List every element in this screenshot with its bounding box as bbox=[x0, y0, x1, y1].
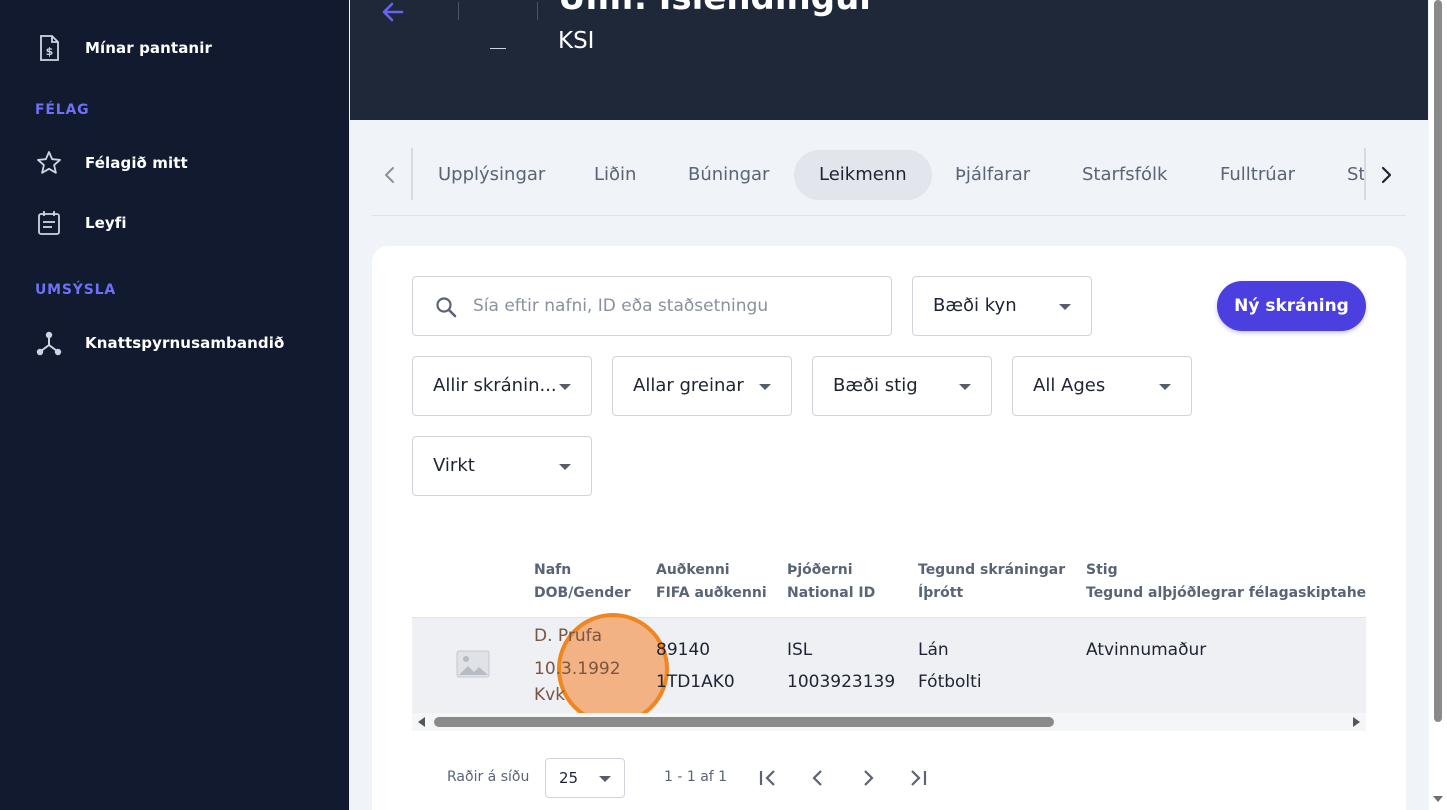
page-title: Umf. Íslendingur bbox=[558, 0, 876, 18]
tab-info[interactable]: Upplýsingar bbox=[413, 150, 570, 200]
tab-bar: Upplýsingar Liðin Búningar Leikmenn Þjál… bbox=[372, 130, 1406, 216]
player-level: Atvinnumaður bbox=[1086, 640, 1207, 660]
level-select[interactable]: Bæði stig bbox=[812, 356, 992, 416]
tab-players[interactable]: Leikmenn bbox=[794, 150, 932, 200]
caret-down-icon bbox=[559, 384, 571, 390]
sidebar-item-licenses[interactable]: Leyfi bbox=[35, 209, 127, 237]
caret-down-icon bbox=[559, 464, 571, 470]
rows-per-page-select[interactable]: 25 bbox=[545, 758, 625, 798]
image-placeholder-icon bbox=[456, 650, 490, 682]
player-gender: Kvk bbox=[534, 685, 566, 705]
sidebar-item-label: Knattspyrnusambandið bbox=[85, 334, 285, 352]
status-select[interactable]: Virkt bbox=[412, 436, 592, 496]
ages-select[interactable]: All Ages bbox=[1012, 356, 1192, 416]
player-nationality: ISL bbox=[787, 640, 813, 660]
search-icon bbox=[435, 296, 457, 322]
player-sport: Fótbolti bbox=[918, 672, 982, 692]
caret-down-icon bbox=[959, 384, 971, 390]
hierarchy-icon bbox=[35, 329, 63, 357]
previous-page-icon[interactable] bbox=[806, 766, 830, 790]
club-logo bbox=[490, 48, 506, 49]
scroll-right-icon[interactable] bbox=[1353, 717, 1360, 727]
sidebar-item-my-orders[interactable]: $ Mínar pantanir bbox=[35, 34, 212, 62]
column-header-level[interactable]: Stig bbox=[1086, 562, 1118, 578]
chevron-left-icon[interactable] bbox=[380, 163, 400, 187]
select-value: Bæði stig bbox=[833, 375, 918, 396]
column-header-national-id[interactable]: National ID bbox=[787, 585, 875, 601]
column-header-id[interactable]: Auðkenni bbox=[656, 562, 730, 578]
column-header-sport[interactable]: Íþrótt bbox=[918, 585, 963, 601]
calendar-list-icon bbox=[35, 209, 63, 237]
caret-down-icon bbox=[1059, 304, 1071, 310]
svg-text:$: $ bbox=[46, 45, 54, 58]
tab-teams[interactable]: Liðin bbox=[569, 150, 661, 200]
column-header-reg-type[interactable]: Tegund skráningar bbox=[918, 562, 1065, 578]
caret-down-icon bbox=[1159, 384, 1171, 390]
search-placeholder: Sía eftir nafni, ID eða staðsetningu bbox=[473, 296, 769, 316]
last-page-icon[interactable] bbox=[906, 766, 930, 790]
section-label-admin: UMSÝSLA bbox=[35, 282, 116, 298]
column-header-dob[interactable]: DOB/Gender bbox=[534, 585, 631, 601]
tab-coaches[interactable]: Þjálfarar bbox=[930, 150, 1055, 200]
sidebar-item-my-club[interactable]: Félagið mitt bbox=[35, 149, 188, 177]
column-header-nationality[interactable]: Þjóðerni bbox=[787, 562, 853, 578]
tab-overflow[interactable]: St bbox=[1322, 150, 1364, 200]
select-value: Bæði kyn bbox=[933, 295, 1017, 316]
sport-select[interactable]: Allar greinar bbox=[612, 356, 792, 416]
caret-down-icon bbox=[759, 384, 771, 390]
divider bbox=[458, 2, 459, 20]
select-value: Allir skránin... bbox=[433, 375, 557, 396]
sidebar-item-federation[interactable]: Knattspyrnusambandið bbox=[35, 329, 284, 357]
first-page-icon[interactable] bbox=[756, 766, 780, 790]
page-range: 1 - 1 af 1 bbox=[664, 769, 728, 785]
rows-per-page-label: Raðir á síðu bbox=[447, 769, 530, 785]
invoice-dollar-icon: $ bbox=[35, 34, 63, 62]
players-card: Sía eftir nafni, ID eða staðsetningu Bæð… bbox=[372, 246, 1406, 810]
select-value: Virkt bbox=[433, 455, 475, 476]
sidebar-item-label: Mínar pantanir bbox=[85, 39, 212, 57]
column-header-transfer-type[interactable]: Tegund alþjóðlegrar félagaskiptaheim bbox=[1086, 585, 1366, 601]
caret-down-icon bbox=[599, 776, 611, 782]
column-header-fifa-id[interactable]: FIFA auðkenni bbox=[656, 585, 767, 601]
registration-type-select[interactable]: Allir skránin... bbox=[412, 356, 592, 416]
player-national-id: 1003923139 bbox=[787, 672, 896, 692]
scrollbar-thumb[interactable] bbox=[1434, 0, 1442, 722]
select-value: All Ages bbox=[1033, 375, 1106, 396]
new-registration-button[interactable]: Ný skráning bbox=[1217, 281, 1366, 331]
player-fifa-id: 1TD1AK0 bbox=[656, 672, 735, 692]
select-value: 25 bbox=[559, 769, 579, 787]
divider bbox=[537, 2, 538, 20]
tabs-viewport: Upplýsingar Liðin Búningar Leikmenn Þjál… bbox=[413, 130, 1364, 216]
next-page-icon[interactable] bbox=[856, 766, 880, 790]
player-id: 89140 bbox=[656, 640, 711, 660]
scrollbar-thumb[interactable] bbox=[434, 717, 1054, 727]
vertical-scrollbar[interactable] bbox=[1429, 0, 1447, 810]
player-reg-type: Lán bbox=[918, 640, 949, 660]
tab-staff[interactable]: Starfsfólk bbox=[1057, 150, 1192, 200]
tab-uniforms[interactable]: Búningar bbox=[663, 150, 794, 200]
player-name[interactable]: D. Prufa bbox=[534, 626, 602, 646]
scroll-left-icon[interactable] bbox=[418, 717, 425, 727]
sidebar-item-label: Leyfi bbox=[85, 214, 127, 232]
table-row[interactable]: D. Prufa 10.3.1992 Kvk 89140 1TD1AK0 ISL… bbox=[412, 613, 1366, 725]
divider bbox=[1364, 148, 1366, 200]
column-header-name[interactable]: Nafn bbox=[534, 562, 571, 578]
back-arrow-icon[interactable] bbox=[380, 0, 406, 24]
horizontal-scrollbar[interactable] bbox=[412, 713, 1366, 731]
tab-representatives[interactable]: Fulltrúar bbox=[1195, 150, 1320, 200]
page-subtitle: KSI bbox=[558, 28, 595, 54]
search-input[interactable]: Sía eftir nafni, ID eða staðsetningu bbox=[412, 276, 892, 336]
player-dob: 10.3.1992 bbox=[534, 659, 621, 679]
section-label-club: FÉLAG bbox=[35, 102, 90, 118]
scroll-down-icon[interactable] bbox=[1433, 796, 1443, 802]
select-value: Allar greinar bbox=[633, 375, 744, 396]
star-icon bbox=[35, 149, 63, 177]
page-header: Umf. Íslendingur KSI bbox=[350, 0, 1428, 120]
chevron-right-icon[interactable] bbox=[1374, 163, 1398, 187]
sidebar: $ Mínar pantanir FÉLAG Félagið mitt Leyf… bbox=[0, 0, 349, 810]
sidebar-item-label: Félagið mitt bbox=[85, 154, 188, 172]
gender-select[interactable]: Bæði kyn bbox=[912, 276, 1092, 336]
